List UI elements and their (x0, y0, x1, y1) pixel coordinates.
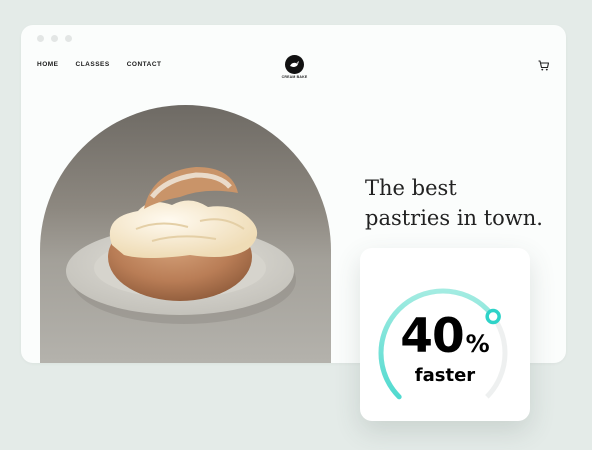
hero-image (40, 105, 331, 363)
nav-contact[interactable]: CONTACT (127, 61, 162, 68)
headline-line-2: pastries in town. (365, 206, 543, 230)
logo-wordmark: CREAM BAKE (281, 75, 308, 79)
nav-classes[interactable]: CLASSES (76, 61, 110, 68)
main-nav: HOME CLASSES CONTACT (37, 61, 162, 68)
window-controls (37, 35, 72, 42)
stat-label: faster (414, 365, 476, 386)
window-dot-maximize[interactable] (65, 35, 72, 42)
stat-number: 40 (400, 309, 464, 364)
nav-home[interactable]: HOME (37, 61, 59, 68)
headline-line-1: The best (365, 176, 457, 200)
window-dot-close[interactable] (37, 35, 44, 42)
stat-card: 40% faster (360, 248, 530, 421)
hero-headline: The best pastries in town. (365, 173, 555, 233)
window-dot-minimize[interactable] (51, 35, 58, 42)
stat-unit: % (465, 330, 490, 358)
cart-icon[interactable] (537, 59, 550, 72)
bird-logo-icon[interactable] (285, 55, 304, 74)
stat-value: 40% (360, 309, 530, 364)
